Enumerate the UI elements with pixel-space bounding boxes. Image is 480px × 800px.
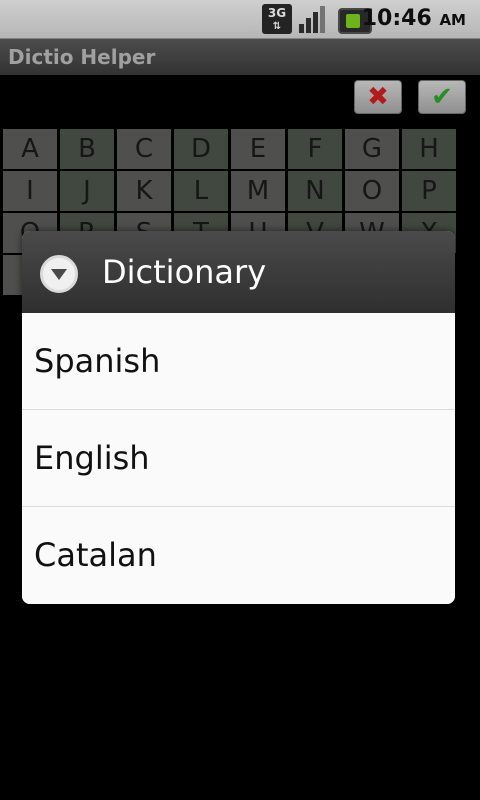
option-spanish[interactable]: Spanish: [22, 313, 455, 410]
dialog-header: Dictionary: [22, 231, 455, 313]
option-catalan[interactable]: Catalan: [22, 507, 455, 604]
dropdown-circle-icon: [40, 255, 78, 293]
dictionary-options: Spanish English Catalan: [22, 313, 455, 604]
option-english[interactable]: English: [22, 410, 455, 507]
dictionary-dialog: Dictionary Spanish English Catalan: [22, 231, 455, 604]
dialog-title: Dictionary: [102, 253, 267, 291]
